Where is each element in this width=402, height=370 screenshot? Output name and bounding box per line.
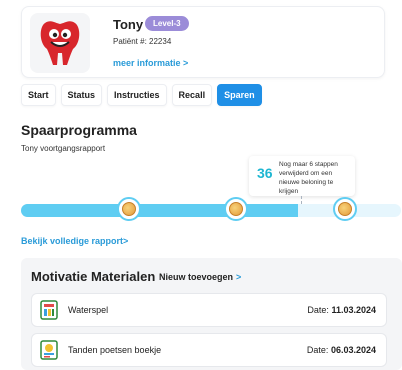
material-row[interactable]: Tanden poetsen boekje Date: 06.03.2024 bbox=[31, 333, 387, 367]
tab-instructies[interactable]: Instructies bbox=[107, 84, 167, 106]
tooltip-text: Nog maar 6 stappen verwijderd om een nie… bbox=[279, 161, 338, 195]
coin-icon bbox=[122, 202, 136, 216]
steps-count: 36 bbox=[257, 165, 273, 181]
material-date: Date: 06.03.2024 bbox=[306, 345, 376, 355]
patient-card: Tony Level-3 Patiënt #: 22234 meer infor… bbox=[21, 6, 385, 78]
coin-icon bbox=[338, 202, 352, 216]
material-row[interactable]: Waterspel Date: 11.03.2024 bbox=[31, 293, 387, 327]
chevron-right-icon: > bbox=[236, 272, 242, 282]
tab-start[interactable]: Start bbox=[21, 84, 56, 106]
material-name: Waterspel bbox=[68, 305, 109, 315]
tab-status[interactable]: Status bbox=[60, 84, 103, 106]
add-new-button[interactable]: Nieuw toevoegen > bbox=[159, 272, 241, 282]
game-box-icon bbox=[40, 300, 58, 320]
material-name: Tanden poetsen boekje bbox=[68, 345, 162, 355]
progress-tooltip: 36 Nog maar 6 stappen verwijderd om een … bbox=[249, 156, 355, 196]
section-title: Spaarprogramma bbox=[21, 122, 137, 138]
materials-title: Motivatie Materialen bbox=[31, 269, 156, 284]
motivation-materials-panel: Motivatie Materialen Nieuw toevoegen > Wa… bbox=[21, 258, 402, 370]
milestone-1 bbox=[117, 197, 141, 221]
tooltip-pointer bbox=[301, 196, 302, 204]
patient-name: Tony bbox=[113, 17, 144, 32]
more-info-link[interactable]: meer informatie > bbox=[113, 58, 188, 68]
milestone-2 bbox=[224, 197, 248, 221]
section-subtitle: Tony voortgangsrapport bbox=[21, 144, 106, 153]
tab-bar: Start Status Instructies Recall Sparen bbox=[21, 84, 262, 106]
coin-icon bbox=[229, 202, 243, 216]
avatar bbox=[30, 13, 90, 73]
full-report-link[interactable]: Bekijk volledige rapport> bbox=[21, 236, 128, 246]
tab-sparen[interactable]: Sparen bbox=[217, 84, 262, 106]
tab-recall[interactable]: Recall bbox=[171, 84, 213, 106]
add-new-label: Nieuw toevoegen bbox=[159, 272, 234, 282]
milestone-3 bbox=[333, 197, 357, 221]
level-badge: Level-3 bbox=[145, 16, 189, 31]
material-date: Date: 11.03.2024 bbox=[307, 305, 376, 315]
patient-number: Patiënt #: 22234 bbox=[113, 37, 172, 46]
red-tooth-mascot-icon bbox=[40, 21, 80, 65]
booklet-icon bbox=[40, 340, 58, 360]
progress-fill bbox=[21, 204, 299, 217]
